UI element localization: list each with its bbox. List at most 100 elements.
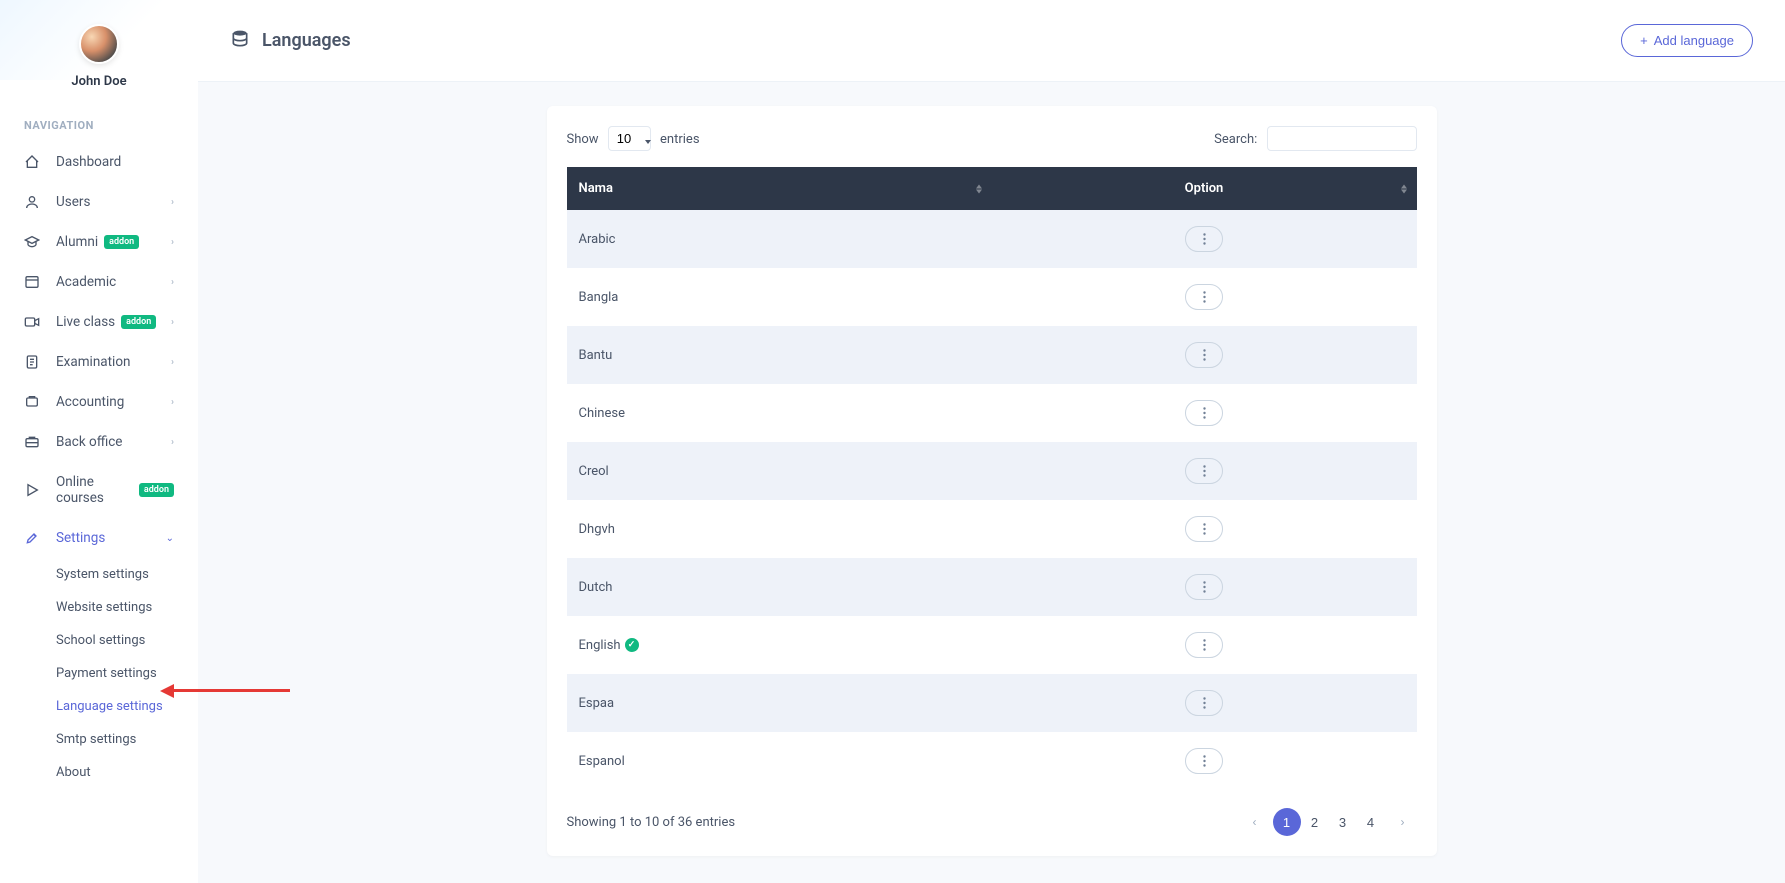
table-row: Espanol xyxy=(567,732,1417,790)
column-option[interactable]: Option xyxy=(992,167,1417,210)
show-label: Show xyxy=(567,132,599,147)
language-name-cell: Espanol xyxy=(567,732,992,790)
option-cell xyxy=(992,442,1417,500)
table-row: Creol xyxy=(567,442,1417,500)
languages-table: Nama Option ArabicBanglaBantuChineseCreo… xyxy=(567,167,1417,790)
check-icon xyxy=(625,638,639,652)
sidebar-item-academic[interactable]: Academic › xyxy=(0,262,198,302)
option-cell xyxy=(992,268,1417,326)
table-footer: Showing 1 to 10 of 36 entries ‹ 1234 › xyxy=(567,808,1417,836)
sidebar-item-alumni[interactable]: Alumni addon › xyxy=(0,222,198,262)
sidebar-item-label: Settings xyxy=(56,530,105,546)
table-row: Dutch xyxy=(567,558,1417,616)
subnav-system-settings[interactable]: System settings xyxy=(56,558,198,591)
row-actions-button[interactable] xyxy=(1185,690,1223,716)
row-actions-button[interactable] xyxy=(1185,400,1223,426)
sidebar-item-examination[interactable]: Examination › xyxy=(0,342,198,382)
sidebar-item-back-office[interactable]: Back office › xyxy=(0,422,198,462)
row-actions-button[interactable] xyxy=(1185,574,1223,600)
row-actions-button[interactable] xyxy=(1185,342,1223,368)
subnav-about[interactable]: About xyxy=(56,756,198,789)
plus-icon: + xyxy=(1640,33,1648,48)
option-cell xyxy=(992,500,1417,558)
table-row: English xyxy=(567,616,1417,674)
subnav-school-settings[interactable]: School settings xyxy=(56,624,198,657)
page-button[interactable]: 3 xyxy=(1329,808,1357,836)
entries-control: Show 10 entries xyxy=(567,126,700,151)
sidebar-item-label: Examination xyxy=(56,354,131,370)
navigation: Dashboard Users › Alumni addon › Academi… xyxy=(0,142,198,789)
chevron-down-icon: ⌄ xyxy=(166,533,174,544)
sidebar-item-label: Users xyxy=(56,194,90,210)
academic-icon xyxy=(24,274,40,290)
option-cell xyxy=(992,326,1417,384)
settings-icon xyxy=(24,530,40,546)
video-icon xyxy=(24,314,40,330)
entries-select[interactable]: 10 xyxy=(608,126,651,151)
row-actions-button[interactable] xyxy=(1185,226,1223,252)
add-language-button[interactable]: + Add language xyxy=(1621,24,1753,57)
nav-section-label: NAVIGATION xyxy=(0,105,198,142)
sidebar-item-live-class[interactable]: Live class addon › xyxy=(0,302,198,342)
option-cell xyxy=(992,558,1417,616)
row-actions-button[interactable] xyxy=(1185,458,1223,484)
addon-badge: addon xyxy=(139,483,174,497)
dashboard-icon xyxy=(24,154,40,170)
option-cell xyxy=(992,674,1417,732)
language-name-cell: English xyxy=(567,616,992,674)
database-icon xyxy=(230,29,250,53)
sidebar-item-label: Alumni xyxy=(56,234,98,250)
subnav-website-settings[interactable]: Website settings xyxy=(56,591,198,624)
settings-submenu: System settings Website settings School … xyxy=(0,558,198,789)
sidebar-item-online-courses[interactable]: Online courses addon xyxy=(0,462,198,518)
row-actions-button[interactable] xyxy=(1185,748,1223,774)
sidebar-item-label: Dashboard xyxy=(56,154,121,170)
addon-badge: addon xyxy=(104,235,139,249)
users-icon xyxy=(24,194,40,210)
table-row: Arabic xyxy=(567,210,1417,268)
sidebar-item-users[interactable]: Users › xyxy=(0,182,198,222)
language-name-cell: Bantu xyxy=(567,326,992,384)
languages-card: Show 10 entries Search: xyxy=(547,106,1437,856)
exam-icon xyxy=(24,354,40,370)
option-cell xyxy=(992,384,1417,442)
page-button[interactable]: 2 xyxy=(1301,808,1329,836)
sidebar-item-label: Live class xyxy=(56,314,115,330)
search-label: Search: xyxy=(1214,132,1257,147)
header-left: Languages xyxy=(230,29,351,53)
search-input[interactable] xyxy=(1267,126,1417,151)
chevron-right-icon: › xyxy=(171,237,174,248)
table-row: Chinese xyxy=(567,384,1417,442)
subnav-smtp-settings[interactable]: Smtp settings xyxy=(56,723,198,756)
language-name-cell: Bangla xyxy=(567,268,992,326)
search-control: Search: xyxy=(1214,126,1416,151)
table-row: Espaa xyxy=(567,674,1417,732)
language-name-cell: Dhgvh xyxy=(567,500,992,558)
sidebar-item-settings[interactable]: Settings ⌄ xyxy=(0,518,198,558)
language-name-cell: Creol xyxy=(567,442,992,500)
row-actions-button[interactable] xyxy=(1185,516,1223,542)
page-button[interactable]: 1 xyxy=(1273,808,1301,836)
page-title: Languages xyxy=(262,30,351,51)
avatar[interactable] xyxy=(79,24,119,64)
page-button[interactable]: 4 xyxy=(1357,808,1385,836)
page-prev-button[interactable]: ‹ xyxy=(1241,808,1269,836)
sidebar-item-dashboard[interactable]: Dashboard xyxy=(0,142,198,182)
row-actions-button[interactable] xyxy=(1185,632,1223,658)
profile-block: John Doe xyxy=(0,0,198,105)
sort-icon xyxy=(976,184,982,193)
table-row: Dhgvh xyxy=(567,500,1417,558)
profile-name: John Doe xyxy=(0,74,198,89)
row-actions-button[interactable] xyxy=(1185,284,1223,310)
chevron-right-icon: › xyxy=(171,197,174,208)
sidebar-item-accounting[interactable]: Accounting › xyxy=(0,382,198,422)
entries-label: entries xyxy=(660,132,700,147)
column-nama[interactable]: Nama xyxy=(567,167,992,210)
language-name-cell: Arabic xyxy=(567,210,992,268)
page-header: Languages + Add language xyxy=(198,0,1785,82)
subnav-payment-settings[interactable]: Payment settings xyxy=(56,657,198,690)
chevron-right-icon: › xyxy=(171,437,174,448)
sort-icon xyxy=(1401,184,1407,193)
subnav-language-settings[interactable]: Language settings xyxy=(56,690,198,723)
page-next-button[interactable]: › xyxy=(1389,808,1417,836)
